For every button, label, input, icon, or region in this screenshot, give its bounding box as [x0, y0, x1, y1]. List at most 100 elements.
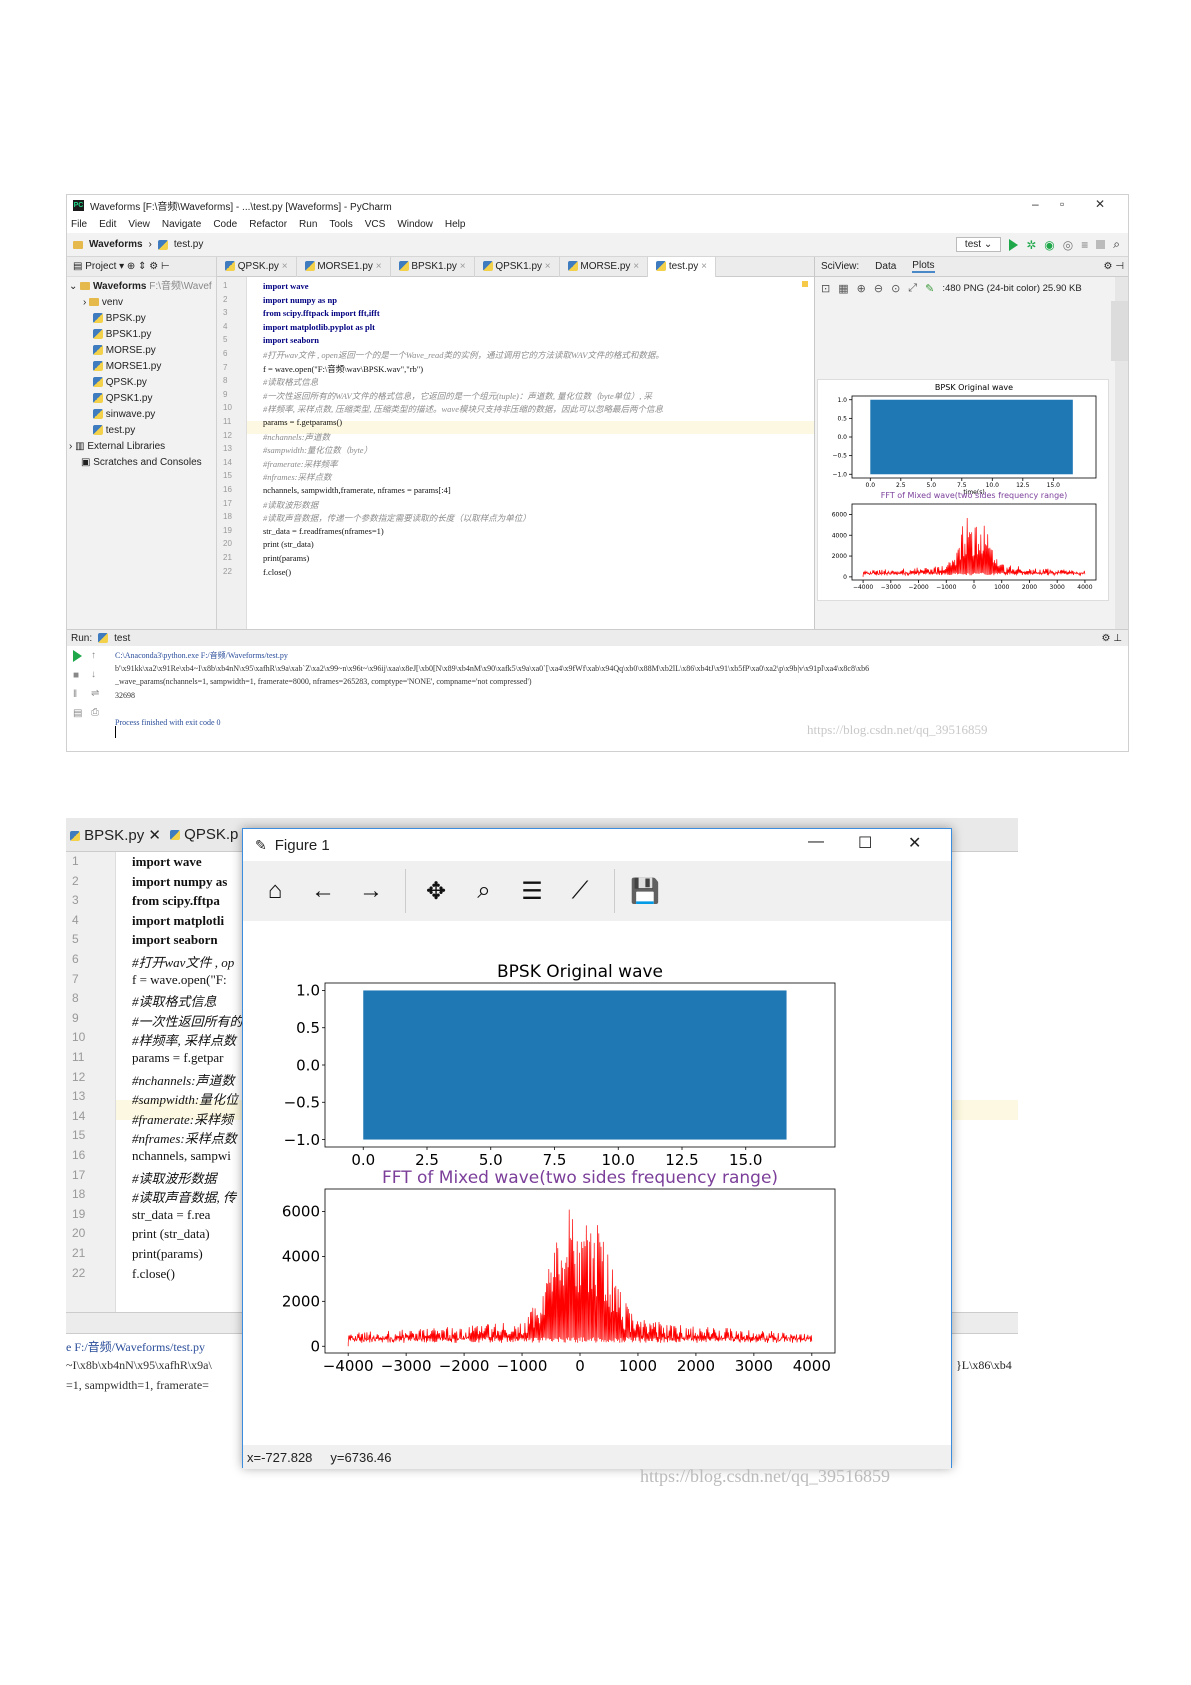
wrap-icon[interactable]: ⇌	[91, 688, 105, 699]
menu-item-file[interactable]: File	[71, 219, 87, 230]
tree-item[interactable]: test.py	[69, 423, 216, 439]
menu-item-refactor[interactable]: Refactor	[249, 219, 287, 230]
tab-plots[interactable]: Plots	[912, 260, 935, 273]
python-file-icon	[93, 345, 103, 356]
pause-icon[interactable]: ‖	[73, 689, 85, 700]
maximize-icon[interactable]: ☐	[858, 833, 872, 853]
fit-icon[interactable]: ⊡	[821, 282, 830, 295]
subplots-config-icon[interactable]: ☰	[514, 873, 550, 909]
tree-external-libraries[interactable]: › ▥ External Libraries	[69, 439, 216, 455]
editor-tab[interactable]: QPSK.py ×	[217, 256, 297, 277]
editor-tab[interactable]: test.py ×	[648, 256, 716, 277]
tab-qpsk[interactable]: QPSK.p	[170, 826, 238, 843]
python-file-icon	[656, 260, 667, 271]
run-icon[interactable]	[1009, 238, 1019, 251]
run-config-tab[interactable]: test	[114, 633, 130, 644]
code-line: nchannels, sampwi	[132, 1148, 231, 1163]
zoom-out-icon[interactable]: ⊖	[874, 282, 883, 295]
profile-icon[interactable]: ◎	[1063, 238, 1073, 252]
title-bar: PC Waveforms [F:\音频\Waveforms] - ...\tes…	[67, 195, 1128, 215]
back-arrow-icon[interactable]: ←	[305, 873, 341, 909]
close-tab-icon[interactable]: ×	[633, 261, 639, 272]
zoom-icon[interactable]: ⌕	[466, 873, 502, 909]
minimize-icon[interactable]: –	[1032, 197, 1039, 211]
mini-chart-1-xtick-label: 12.5	[1016, 482, 1030, 489]
tree-item[interactable]: QPSK.py	[69, 375, 216, 391]
tree-item[interactable]: MORSE.py	[69, 343, 216, 359]
tree-item[interactable]: BPSK.py	[69, 311, 216, 327]
menu-item-window[interactable]: Window	[397, 219, 433, 230]
menu-item-code[interactable]: Code	[213, 219, 237, 230]
tree-item-label: sinwave.py	[105, 409, 156, 420]
tree-root-row[interactable]: ⌄ Waveforms F:\音频\Wavef	[69, 279, 216, 295]
run-config-select[interactable]: test ⌄	[955, 237, 1002, 252]
tree-scratches[interactable]: ▣ Scratches and Consoles	[69, 455, 216, 471]
concurrency-icon[interactable]: ≡	[1081, 238, 1088, 252]
close-tab-icon[interactable]: ×	[282, 261, 288, 272]
zoom-in-icon[interactable]: ⊕	[857, 282, 866, 295]
menu-item-edit[interactable]: Edit	[99, 219, 116, 230]
close-icon[interactable]: ✕	[1095, 197, 1105, 211]
breadcrumb-root[interactable]: Waveforms	[89, 239, 143, 250]
close-tab-icon[interactable]: ×	[460, 261, 466, 272]
pan-icon[interactable]: ✥	[418, 873, 454, 909]
tab-label: QPSK.p	[184, 826, 239, 843]
tree-item[interactable]: › venv	[69, 295, 216, 311]
menu-item-run[interactable]: Run	[299, 219, 317, 230]
editor-tab[interactable]: MORSE1.py ×	[297, 256, 391, 277]
pycharm-logo-icon: PC	[73, 199, 84, 211]
console-line: _wave_params(nchannels=1, sampwidth=1, f…	[115, 677, 532, 686]
code-editor[interactable]: QPSK.py × MORSE1.py × BPSK1.py × QPSK1.p…	[217, 256, 814, 629]
menu-item-navigate[interactable]: Navigate	[162, 219, 201, 230]
forward-arrow-icon[interactable]: →	[353, 873, 389, 909]
stop-icon[interactable]	[1096, 240, 1106, 249]
print-icon[interactable]: ⎙	[91, 707, 105, 718]
layout-icon[interactable]: ▤	[73, 708, 85, 719]
close-tab-icon[interactable]: ×	[545, 261, 551, 272]
tree-item[interactable]: BPSK1.py	[69, 327, 216, 343]
stop-icon[interactable]: ■	[73, 670, 85, 681]
menu-item-help[interactable]: Help	[445, 219, 466, 230]
menu-item-tools[interactable]: Tools	[329, 219, 352, 230]
up-arrow-icon[interactable]: ↑	[91, 650, 105, 661]
fig-chart-1-xtick-label: 10.0	[602, 1151, 635, 1169]
project-label[interactable]: Project	[85, 261, 116, 272]
edit-axis-icon[interactable]: ⟋	[562, 873, 598, 909]
rerun-icon[interactable]	[73, 650, 82, 662]
home-icon[interactable]: ⌂	[257, 873, 293, 909]
fit-screen-icon[interactable]: ⤢	[908, 282, 917, 295]
menu-item-view[interactable]: View	[128, 219, 150, 230]
editor-tab[interactable]: BPSK1.py ×	[391, 256, 475, 277]
tab-bpsk[interactable]: BPSK.py ✕	[70, 826, 161, 844]
code-line: from scipy.fftpa	[132, 893, 220, 909]
gear-icon[interactable]: ⚙ ⊥	[1102, 633, 1128, 644]
menu-item-vcs[interactable]: VCS	[365, 219, 386, 230]
fig-chart-2-ytick-label: 0	[310, 1338, 320, 1356]
tree-item-label: Scratches and Consoles	[93, 457, 202, 468]
gear-icon[interactable]: ⚙ ⊣	[1104, 261, 1128, 272]
editor-tab[interactable]: QPSK1.py ×	[475, 256, 560, 277]
maximize-icon[interactable]: ▫	[1060, 197, 1064, 211]
code-line: params = f.getpar	[132, 1050, 224, 1065]
close-tab-icon[interactable]: ×	[701, 261, 707, 272]
close-icon[interactable]: ✕	[908, 833, 921, 853]
debug-icon[interactable]: ✲	[1026, 238, 1036, 252]
code-line: import matplotli	[132, 912, 225, 928]
tree-item[interactable]: sinwave.py	[69, 407, 216, 423]
figure-canvas[interactable]: BPSK Original wave 0.0 2.5 5.0 7.5 10.0 12.5 15…	[243, 921, 951, 1443]
coverage-icon[interactable]: ◉	[1044, 238, 1054, 252]
breadcrumb-file[interactable]: test.py	[174, 239, 203, 250]
minimize-icon[interactable]: —	[808, 833, 824, 851]
console-caret[interactable]	[115, 726, 116, 738]
color-picker-icon[interactable]: ✎	[925, 282, 934, 295]
grid-icon[interactable]: ▦	[838, 282, 848, 295]
search-icon[interactable]: ⌕	[1113, 237, 1120, 252]
tree-item[interactable]: QPSK1.py	[69, 391, 216, 407]
editor-tab[interactable]: MORSE.py ×	[560, 256, 649, 277]
tree-item[interactable]: MORSE1.py	[69, 359, 216, 375]
tab-data[interactable]: Data	[875, 261, 896, 272]
save-icon[interactable]: 💾	[627, 873, 663, 909]
down-arrow-icon[interactable]: ↓	[91, 669, 105, 680]
actual-size-icon[interactable]: ⊙	[891, 282, 900, 295]
close-tab-icon[interactable]: ×	[376, 261, 382, 272]
